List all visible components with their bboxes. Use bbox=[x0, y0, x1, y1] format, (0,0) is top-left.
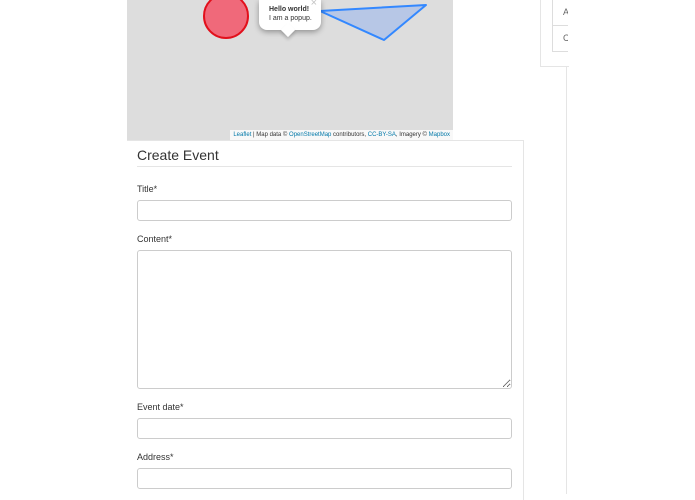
popup-text: I am a popup. bbox=[269, 15, 312, 22]
leaflet-link[interactable]: Leaflet bbox=[233, 132, 251, 138]
popup-title: Hello world! bbox=[269, 6, 310, 13]
content-textarea[interactable] bbox=[137, 250, 512, 389]
title-input[interactable] bbox=[137, 200, 512, 221]
map-popup: × Hello world! I am a popup. bbox=[259, 0, 321, 38]
cc-by-sa-link[interactable]: CC-BY-SA bbox=[368, 132, 396, 138]
popup-close-button[interactable]: × bbox=[311, 0, 317, 9]
map-circle[interactable] bbox=[203, 0, 249, 39]
create-event-form: Create Event Title* Content* Event date*… bbox=[127, 140, 524, 500]
event-date-label: Event date* bbox=[137, 402, 184, 412]
map-attribution: Leaflet | Map data © OpenStreetMap contr… bbox=[230, 130, 453, 140]
attribution-contributors: contributors, bbox=[331, 132, 368, 138]
title-label: Title* bbox=[137, 184, 158, 194]
side-list-item[interactable]: C bbox=[553, 26, 568, 51]
address-input[interactable] bbox=[137, 468, 512, 489]
content-label: Content* bbox=[137, 234, 173, 244]
form-title: Create Event bbox=[137, 147, 512, 167]
side-list-item[interactable]: A bbox=[553, 0, 568, 26]
attribution-map-data: | Map data © bbox=[251, 132, 290, 138]
sidebar-divider bbox=[566, 66, 567, 494]
address-label: Address* bbox=[137, 452, 174, 462]
event-date-input[interactable] bbox=[137, 418, 512, 439]
map[interactable]: × Hello world! I am a popup. Leaflet | M… bbox=[127, 0, 453, 140]
mapbox-link[interactable]: Mapbox bbox=[429, 132, 450, 138]
openstreetmap-link[interactable]: OpenStreetMap bbox=[289, 132, 331, 138]
map-polygon[interactable] bbox=[319, 4, 427, 41]
attribution-imagery: , Imagery © bbox=[395, 132, 429, 138]
side-list: A C bbox=[552, 0, 568, 52]
